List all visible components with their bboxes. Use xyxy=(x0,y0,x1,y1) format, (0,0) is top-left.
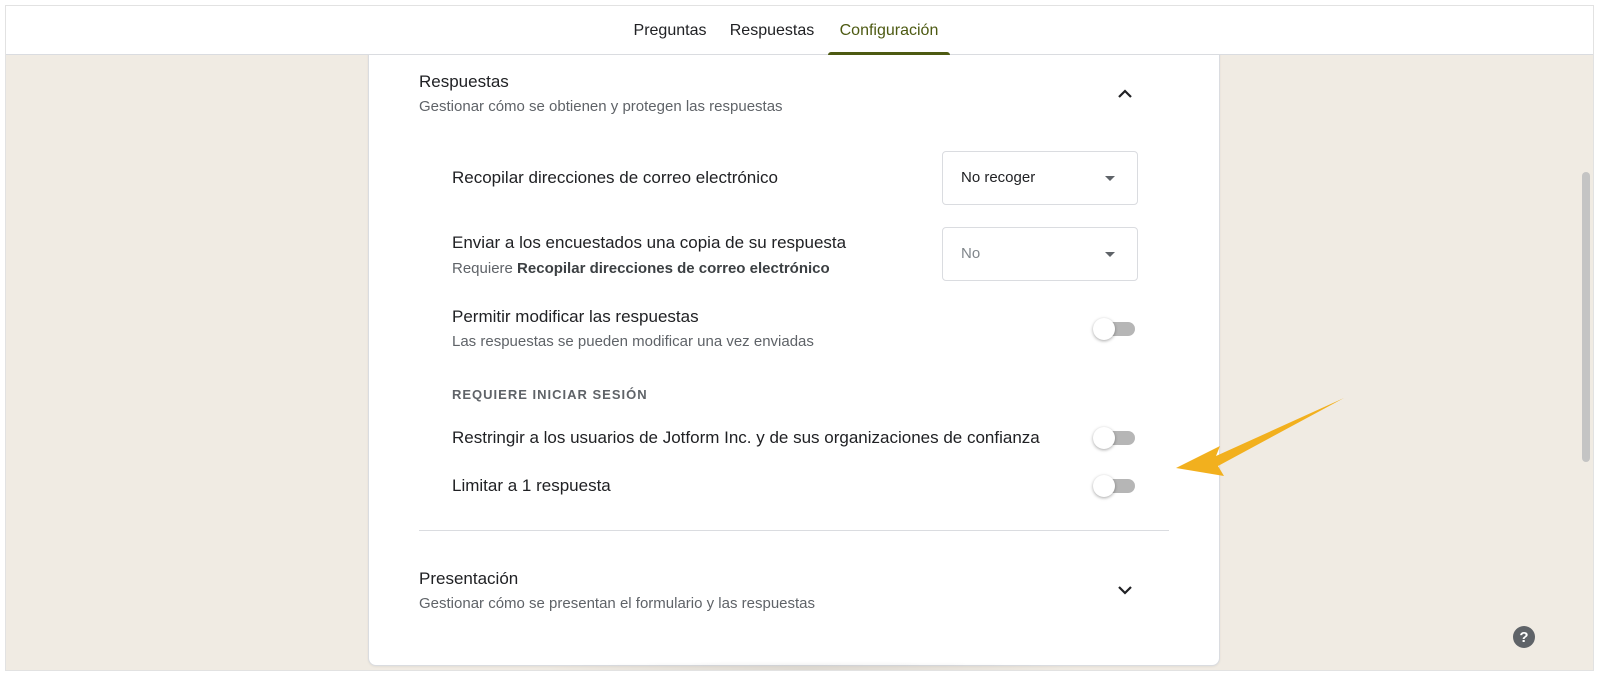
toggle-knob xyxy=(1093,427,1115,449)
requirement-prefix: Requiere xyxy=(452,260,518,277)
collect-emails-select[interactable]: No recoger xyxy=(942,151,1138,205)
collect-emails-label: Recopilar direcciones de correo electrón… xyxy=(452,168,778,187)
card-bottom-shadow xyxy=(526,661,1086,670)
tab-label: Configuración xyxy=(839,21,939,39)
scrollbar-track[interactable] xyxy=(1579,56,1593,670)
tab-respuestas[interactable]: Respuestas xyxy=(726,6,818,55)
tab-configuracion[interactable]: Configuración xyxy=(828,6,950,55)
active-tab-indicator xyxy=(828,52,950,55)
responses-section-title: Respuestas xyxy=(419,72,509,91)
tab-preguntas[interactable]: Preguntas xyxy=(626,6,714,55)
dropdown-caret-icon xyxy=(1105,176,1115,181)
limit-one-label: Limitar a 1 respuesta xyxy=(452,476,611,495)
tab-label: Respuestas xyxy=(729,21,815,39)
allow-edit-label: Permitir modificar las respuestas xyxy=(452,307,699,326)
responses-section-subtitle: Gestionar cómo se obtienen y protegen la… xyxy=(419,98,783,115)
send-copy-value: No xyxy=(961,245,981,262)
dropdown-caret-icon xyxy=(1105,252,1115,257)
requirement-setting-name: Recopilar direcciones de correo electrón… xyxy=(517,260,830,277)
annotation-arrow-icon xyxy=(1176,398,1344,476)
chevron-up-icon[interactable] xyxy=(1113,81,1137,105)
restrict-users-toggle[interactable] xyxy=(1093,426,1137,450)
app-window: Preguntas Respuestas Configuración Respu… xyxy=(5,5,1594,671)
help-icon[interactable]: ? xyxy=(1513,626,1535,648)
top-tab-bar: Preguntas Respuestas Configuración xyxy=(6,6,1593,55)
toggle-knob xyxy=(1093,318,1115,340)
login-group-heading: REQUIERE INICIAR SESIÓN xyxy=(452,387,648,402)
allow-edit-toggle[interactable] xyxy=(1093,317,1137,341)
presentation-section-subtitle: Gestionar cómo se presentan el formulari… xyxy=(419,595,816,612)
send-copy-select[interactable]: No xyxy=(942,227,1138,281)
send-copy-label: Enviar a los encuestados una copia de su… xyxy=(452,233,847,252)
allow-edit-sub: Las respuestas se pueden modificar una v… xyxy=(452,333,814,350)
limit-one-toggle[interactable] xyxy=(1093,474,1137,498)
send-copy-requirement: Requiere Recopilar direcciones de correo… xyxy=(452,260,830,277)
section-divider xyxy=(419,530,1169,531)
tab-label: Preguntas xyxy=(633,21,707,39)
chevron-down-icon[interactable] xyxy=(1113,578,1137,602)
toggle-knob xyxy=(1093,475,1115,497)
scrollbar-thumb[interactable] xyxy=(1582,172,1590,462)
presentation-section-title: Presentación xyxy=(419,569,519,588)
restrict-users-label: Restringir a los usuarios de Jotform Inc… xyxy=(452,428,1040,447)
collect-emails-value: No recoger xyxy=(961,169,1036,186)
